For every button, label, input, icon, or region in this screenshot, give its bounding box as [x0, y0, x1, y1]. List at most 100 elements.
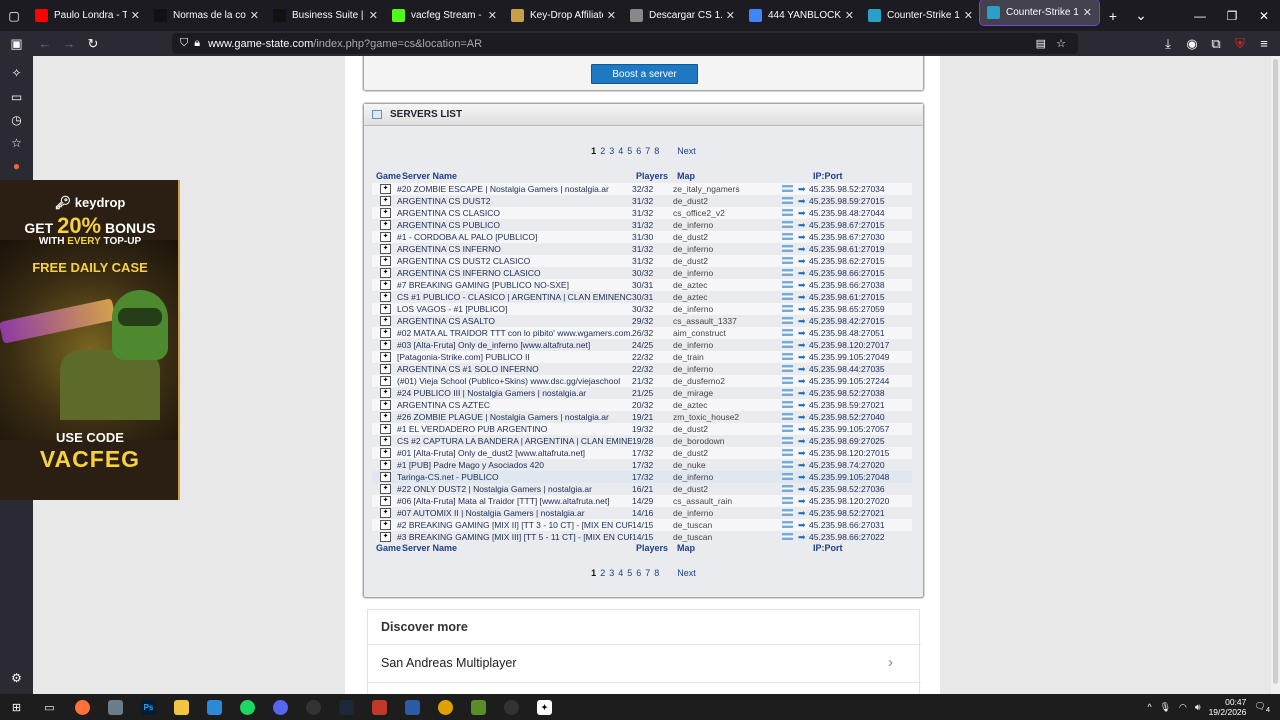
server-name[interactable]: #01 [Alta-Fruta] Only de_dust2 [www.alta…: [397, 447, 632, 459]
tab-list-icon[interactable]: ▢: [0, 0, 28, 31]
server-name[interactable]: CS #2 CAPTURA LA BANDERA | ARGENTINA | C…: [397, 435, 632, 447]
connect-arrow-icon[interactable]: ➡: [798, 495, 806, 507]
taskbar-app[interactable]: [99, 694, 132, 720]
page-link[interactable]: 6: [635, 568, 642, 578]
server-name[interactable]: #02 MATA AL TRAIDOR TTT con lo pibito' w…: [397, 327, 632, 339]
taskbar-minecraft[interactable]: [462, 694, 495, 720]
browser-tab[interactable]: Descargar CS 1.6 - Cou ✕: [623, 0, 742, 31]
history-icon[interactable]: ◷: [0, 113, 33, 127]
chevron-right-icon[interactable]: ›: [888, 654, 893, 671]
server-ip-port[interactable]: 45.235.98.66:27038: [809, 279, 909, 291]
server-ip-port[interactable]: 45.235.98.67:27030: [809, 231, 909, 243]
page-link[interactable]: 7: [644, 146, 651, 156]
server-ip-port[interactable]: 45.235.99.105:27048: [809, 471, 909, 483]
table-row[interactable]: ✦ #26 ZOMBIE PLAGUE | Nostalgia Gamers | …: [372, 411, 912, 423]
account-icon[interactable]: ◉: [1180, 36, 1204, 52]
table-row[interactable]: ✦ ARGENTINA CS ASALTO 29/32 cs_assault_1337…: [372, 315, 912, 327]
scrollbar-thumb[interactable]: [1273, 59, 1278, 684]
connect-arrow-icon[interactable]: ➡: [798, 327, 806, 339]
server-ip-port[interactable]: 45.235.98.52:27040: [809, 411, 909, 423]
connect-arrow-icon[interactable]: ➡: [798, 255, 806, 267]
col-players[interactable]: Players: [636, 171, 668, 181]
server-ip-port[interactable]: 45.235.98.44:27035: [809, 363, 909, 375]
connect-arrow-icon[interactable]: ➡: [798, 459, 806, 471]
server-ip-port[interactable]: 45.235.98.42:27015: [809, 315, 909, 327]
server-name[interactable]: Taringa-CS.net - PUBLICO: [397, 471, 632, 483]
server-name[interactable]: ARGENTINA CS #1 SOLO INFERNO: [397, 363, 632, 375]
page-link[interactable]: 3: [608, 146, 615, 156]
page-link[interactable]: 1: [590, 146, 597, 156]
table-row[interactable]: ✦ #1 [PUB] Padre Mago y Asociados 420 17/3…: [372, 459, 912, 471]
taskbar-obs[interactable]: [297, 694, 330, 720]
server-ip-port[interactable]: 45.235.98.67:27015: [809, 219, 909, 231]
reload-icon[interactable]: ↻: [81, 36, 105, 52]
table-row[interactable]: ✦ CS #2 CAPTURA LA BANDERA | ARGENTINA | …: [372, 435, 912, 447]
taskbar-steam[interactable]: [330, 694, 363, 720]
table-row[interactable]: ✦ #01 [Alta-Fruta] Only de_dust2 [www.alt…: [372, 447, 912, 459]
server-ip-port[interactable]: 45.235.98.66:27022: [809, 531, 909, 543]
server-ip-port[interactable]: 45.235.98.52:27034: [809, 183, 909, 195]
server-name[interactable]: ARGENTINA CS PUBLICO: [397, 219, 632, 231]
browser-tab[interactable]: Counter-Strike 1.6 Serv ✕: [861, 0, 980, 31]
server-name[interactable]: ARGENTINA CS AZTEC: [397, 399, 632, 411]
col-server-name[interactable]: Server Name: [402, 543, 457, 553]
discover-item[interactable]: San Andreas Multiplayer: [381, 656, 517, 670]
browser-tab[interactable]: Counter-Strike 1.6 Serv ✕: [979, 0, 1100, 26]
server-ip-port[interactable]: 45.235.98.74:27020: [809, 459, 909, 471]
page-link[interactable]: 2: [599, 146, 606, 156]
wifi-icon[interactable]: ◠: [1179, 702, 1187, 713]
server-ip-port[interactable]: 45.235.98.61:27015: [809, 291, 909, 303]
server-name[interactable]: ARGENTINA CS DUST2: [397, 195, 632, 207]
bookmarks-icon[interactable]: ☆: [0, 136, 33, 150]
table-row[interactable]: ✦ #24 PUBLICO III | Nostalgia Gamers | no…: [372, 387, 912, 399]
table-row[interactable]: ✦ LOS VAGOS - #1 [PUBLICO] 30/32 de_inferno…: [372, 303, 912, 315]
table-row[interactable]: ✦ #7 BREAKING GAMING [PUBLICO NO-SXE] 30/3…: [372, 279, 912, 291]
table-row[interactable]: ✦ #20 ZOMBIE ESCAPE | Nostalgia Gamers | …: [372, 183, 912, 195]
page-scrollbar[interactable]: [1271, 56, 1280, 694]
ublock-icon[interactable]: ⛨: [1228, 36, 1252, 52]
browser-tab[interactable]: vacfeg Stream - Watch ✕: [385, 0, 504, 31]
minimize-icon[interactable]: —: [1184, 9, 1216, 23]
table-row[interactable]: ✦ ARGENTINA CS CLASICO 31/32 cs_office2_v2 ➡…: [372, 207, 912, 219]
page-link[interactable]: 3: [608, 568, 615, 578]
close-tab-icon[interactable]: ✕: [250, 9, 259, 22]
table-row[interactable]: ✦ ARGENTINA CS INFERNO CLASICO 30/32 de_inf…: [372, 267, 912, 279]
server-name[interactable]: #1 [PUB] Padre Mago y Asociados 420: [397, 459, 632, 471]
browser-tab[interactable]: 444 YANBLOCK OSU - ✕: [742, 0, 861, 31]
server-name[interactable]: #24 PUBLICO III | Nostalgia Gamers | nos…: [397, 387, 632, 399]
taskbar-explorer[interactable]: [165, 694, 198, 720]
close-tab-icon[interactable]: ✕: [845, 9, 854, 22]
server-ip-port[interactable]: 45.235.98.66:27015: [809, 267, 909, 279]
table-row[interactable]: ✦ ARGENTINA CS AZTEC 20/32 de_aztec ➡ 45.235.…: [372, 399, 912, 411]
server-name[interactable]: #1 - CORDOBA AL PALO [PUBLICO]: [397, 231, 632, 243]
server-name[interactable]: #06 [Alta-Fruta] Mata al Traidor [TTT] […: [397, 495, 632, 507]
server-ip-port[interactable]: 45.235.98.120:27020: [809, 495, 909, 507]
microphone-icon[interactable]: 🎙︎: [1160, 702, 1171, 713]
server-ip-port[interactable]: 45.235.98.120:27015: [809, 447, 909, 459]
server-name[interactable]: #3 BREAKING GAMING [MIX III] [TT 5 - 11 …: [397, 531, 632, 543]
server-ip-port[interactable]: 45.235.98.62:27015: [809, 255, 909, 267]
server-name[interactable]: CS #1 PUBLICO - CLASICO | ARGENTINA | CL…: [397, 291, 632, 303]
server-name[interactable]: #7 BREAKING GAMING [PUBLICO NO-SXE]: [397, 279, 632, 291]
server-name[interactable]: #07 AUTOMIX II | Nostalgia Gamers | nost…: [397, 507, 632, 519]
page-link[interactable]: 1: [590, 568, 597, 578]
connect-arrow-icon[interactable]: ➡: [798, 483, 806, 495]
browser-tab[interactable]: Business Suite | TikTok ✕: [266, 0, 385, 31]
windows-start-icon[interactable]: ⊞: [0, 694, 33, 720]
page-link[interactable]: 2: [599, 568, 606, 578]
table-row[interactable]: ✦ #3 BREAKING GAMING [MIX III] [TT 5 - 11…: [372, 531, 912, 543]
table-row[interactable]: ✦ (#01) Vieja School (Publico+Skins) www.…: [372, 375, 912, 387]
table-row[interactable]: ✦ #1 EL VERDADERO PUB ARGENTINO 19/32 de_du…: [372, 423, 912, 435]
server-ip-port[interactable]: 45.235.98.61:27019: [809, 243, 909, 255]
server-name[interactable]: #22 ONLY DUST2 | Nostalgia Gamers | nost…: [397, 483, 632, 495]
extension-sidebar-icon[interactable]: ●: [0, 159, 33, 173]
new-tab-icon[interactable]: +: [1099, 8, 1127, 24]
server-name[interactable]: #03 [Alta-Fruta] Only de_inferno [www.al…: [397, 339, 632, 351]
server-ip-port[interactable]: 45.235.98.48:27051: [809, 327, 909, 339]
browser-tab[interactable]: Key-Drop Affiliate: Join ✕: [504, 0, 623, 31]
connect-arrow-icon[interactable]: ➡: [798, 423, 806, 435]
taskbar-app2[interactable]: [495, 694, 528, 720]
server-ip-port[interactable]: 45.235.98.69:27025: [809, 435, 909, 447]
close-tab-icon[interactable]: ✕: [369, 9, 378, 22]
page-link[interactable]: 5: [626, 146, 633, 156]
